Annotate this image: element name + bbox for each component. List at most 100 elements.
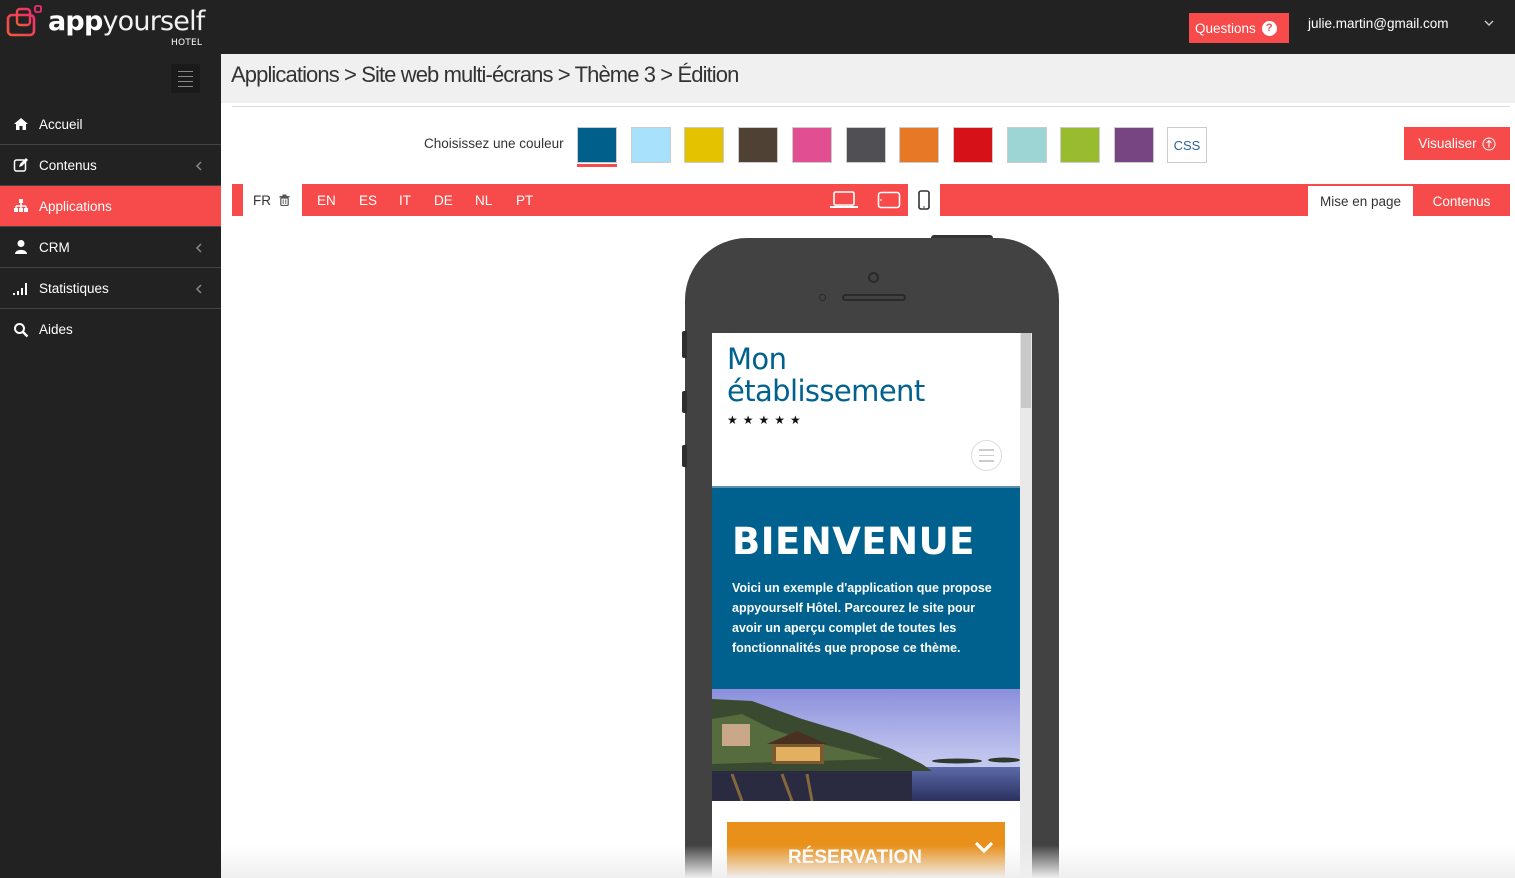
sidebar-item-label: Aides — [39, 322, 73, 337]
search-icon — [14, 322, 29, 337]
questions-button[interactable]: Questions ? — [1189, 13, 1289, 43]
preview-scrollbar[interactable] — [1020, 333, 1032, 878]
logo-text-light: yourself — [102, 6, 205, 37]
app-logo[interactable]: appyourself HOTEL — [6, 4, 216, 50]
logo-mark-icon — [6, 5, 42, 37]
hamburger-line — [178, 85, 193, 87]
color-swatch[interactable] — [792, 127, 832, 163]
sidebar-item-label: Contenus — [39, 157, 97, 173]
welcome-text: Voici un exemple d'application que propo… — [732, 581, 992, 655]
phone-volume-down — [682, 445, 687, 467]
reservation-button[interactable]: RÉSERVATION — [727, 822, 1005, 878]
color-swatch[interactable] — [1114, 127, 1154, 163]
visualiser-label: Visualiser — [1418, 136, 1477, 151]
site-title-line1: Mon — [727, 342, 787, 376]
logo-text-bold: app — [48, 6, 103, 37]
chevron-down-icon[interactable] — [1482, 16, 1496, 30]
laptop-icon — [830, 191, 858, 208]
color-swatch[interactable] — [684, 127, 724, 163]
preview-scrollbar-thumb[interactable] — [1021, 333, 1031, 408]
site-title-line2: établissement — [727, 374, 925, 408]
selected-swatch-indicator — [577, 164, 617, 167]
lang-tab-de[interactable]: DE — [434, 184, 453, 216]
color-swatch[interactable] — [953, 127, 993, 163]
chevron-down-icon — [974, 841, 994, 854]
phone-mute-switch — [682, 331, 687, 358]
color-swatch[interactable] — [899, 127, 939, 163]
color-swatch[interactable] — [1007, 127, 1047, 163]
star-rating: ★★★★★ — [727, 413, 806, 427]
device-tablet-button[interactable] — [874, 184, 904, 216]
sidebar-item-aides[interactable]: Aides — [0, 309, 221, 350]
color-swatch[interactable] — [846, 127, 886, 163]
chevron-left-icon — [195, 243, 202, 253]
logo-subtitle: HOTEL — [171, 38, 203, 48]
sitemap-icon — [14, 199, 28, 212]
arrow-up-circle-icon — [1482, 137, 1496, 150]
user-icon — [15, 240, 27, 254]
hotel-photo — [712, 689, 1020, 801]
tablet-icon — [877, 191, 901, 209]
questions-label: Questions — [1195, 20, 1256, 36]
color-swatch[interactable] — [1060, 127, 1100, 163]
tab-contenus[interactable]: Contenus — [1413, 186, 1510, 216]
phone-speaker — [842, 294, 906, 301]
home-icon — [14, 118, 28, 130]
chevron-left-icon — [195, 161, 202, 171]
top-bar: appyourself HOTEL Questions ? julie.mart… — [0, 0, 1515, 54]
edit-icon — [13, 158, 28, 172]
color-swatch[interactable] — [738, 127, 778, 163]
device-mobile-button[interactable] — [908, 184, 940, 216]
mobile-preview[interactable]: Mon établissement ★★★★★ BIENVENUE Voici … — [712, 333, 1032, 878]
chevron-left-icon — [195, 284, 202, 294]
sidebar-nav: Accueil Contenus Applications CRM Statis… — [0, 104, 221, 350]
sidebar-item-statistiques[interactable]: Statistiques — [0, 268, 221, 309]
sidebar-item-label: Statistiques — [39, 280, 109, 296]
phone-volume-up — [682, 391, 687, 413]
hamburger-line — [979, 460, 994, 462]
preview-menu-button[interactable] — [971, 440, 1002, 471]
breadcrumb: Applications > Site web multi-écrans > T… — [231, 62, 739, 87]
sidebar: Accueil Contenus Applications CRM Statis… — [0, 54, 221, 878]
lang-tab-en[interactable]: EN — [317, 184, 336, 216]
reservation-label: RÉSERVATION — [787, 847, 923, 868]
hamburger-line — [178, 75, 193, 77]
logo-text: appyourself — [48, 6, 205, 37]
hamburger-line — [979, 454, 994, 457]
lang-tab-es[interactable]: ES — [359, 184, 377, 216]
hamburger-line — [178, 70, 193, 72]
css-button[interactable]: CSS — [1167, 127, 1207, 163]
sidebar-item-label: Applications — [39, 198, 112, 214]
lang-tab-nl[interactable]: NL — [475, 184, 492, 216]
welcome-title: BIENVENUE — [732, 520, 975, 563]
color-swatch[interactable] — [577, 127, 617, 163]
phone-camera — [868, 272, 879, 283]
lang-label: FR — [253, 192, 271, 208]
sidebar-item-crm[interactable]: CRM — [0, 227, 221, 268]
device-desktop-button[interactable] — [828, 184, 860, 216]
divider — [232, 106, 1510, 107]
sidebar-toggle-button[interactable] — [171, 64, 200, 93]
site-title: Mon établissement — [727, 343, 925, 407]
sidebar-item-accueil[interactable]: Accueil — [0, 104, 221, 145]
sidebar-item-applications[interactable]: Applications — [0, 186, 221, 227]
color-swatch[interactable] — [631, 127, 671, 163]
lang-tab-it[interactable]: IT — [399, 184, 411, 216]
page-header: Applications > Site web multi-écrans > T… — [221, 54, 1515, 103]
editor-toolbar: FR EN ES IT DE NL PT Mise en page Conten… — [232, 184, 1510, 216]
user-email[interactable]: julie.martin@gmail.com — [1308, 16, 1449, 31]
sidebar-item-contenus[interactable]: Contenus — [0, 145, 221, 186]
lang-tab-pt[interactable]: PT — [516, 184, 533, 216]
hamburger-line — [178, 80, 193, 82]
welcome-section: BIENVENUE Voici un exemple d'application… — [712, 486, 1020, 689]
trash-icon[interactable] — [279, 194, 290, 206]
tab-mise-en-page[interactable]: Mise en page — [1308, 186, 1413, 216]
mobile-icon — [918, 190, 930, 210]
color-chooser-label: Choisissez une couleur — [424, 136, 564, 151]
visualiser-button[interactable]: Visualiser — [1404, 127, 1510, 160]
hotel-image — [712, 689, 1020, 801]
lang-tab-fr[interactable]: FR — [243, 184, 302, 216]
sidebar-item-label: Accueil — [39, 116, 83, 132]
hamburger-line — [979, 449, 994, 451]
signal-icon — [13, 283, 27, 295]
